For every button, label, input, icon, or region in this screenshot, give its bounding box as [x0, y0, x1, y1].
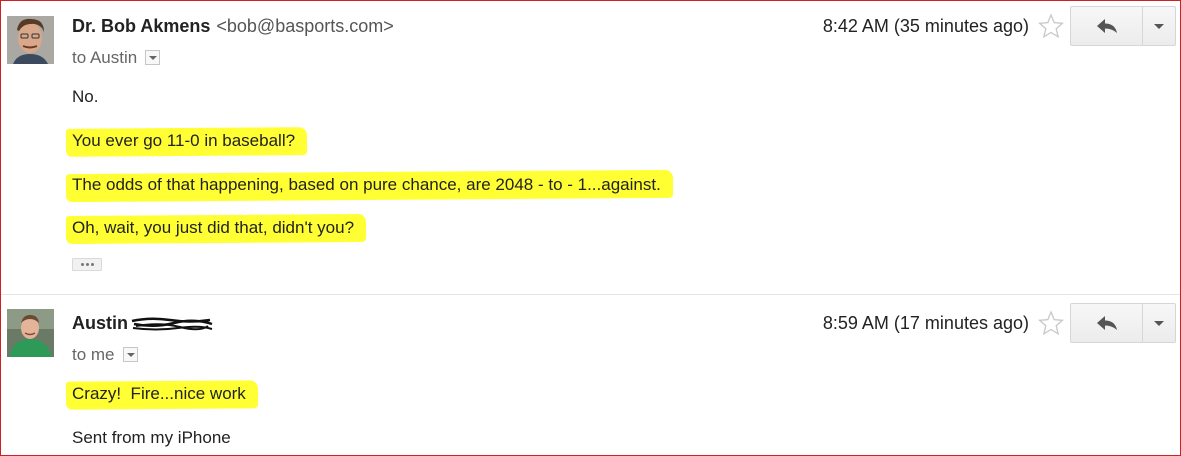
recipient-line: to me — [72, 345, 138, 365]
show-trimmed-content-button[interactable] — [72, 258, 102, 271]
highlighted-text: The odds of that happening, based on pur… — [68, 175, 665, 195]
reply-button[interactable] — [1070, 303, 1142, 343]
avatar — [7, 309, 54, 357]
email-message-1: Dr. Bob Akmens <bob@basports.com> to Aust… — [0, 0, 1181, 294]
avatar — [7, 16, 54, 64]
message-time: 8:42 AM (35 minutes ago) — [822, 16, 1029, 36]
body-line-3: The odds of that happening, based on pur… — [72, 175, 665, 195]
reply-arrow-icon — [1096, 316, 1117, 330]
reply-button-group — [1070, 6, 1176, 46]
sender: Dr. Bob Akmens <bob@basports.com> — [72, 16, 394, 37]
signature-text: Sent from my iPhone — [72, 428, 231, 447]
body-line-1: Crazy! Fire...nice work — [72, 384, 250, 404]
body-line-2: Sent from my iPhone — [72, 428, 231, 448]
chevron-down-icon — [1154, 23, 1164, 29]
more-options-button[interactable] — [1142, 6, 1176, 46]
sender-name[interactable]: Austin — [72, 313, 128, 333]
reply-button[interactable] — [1070, 6, 1142, 46]
recipient-label: to Austin — [72, 48, 138, 67]
highlighted-text: Crazy! Fire...nice work — [68, 384, 250, 404]
recipient-details-dropdown[interactable] — [145, 50, 161, 66]
reply-arrow-icon — [1096, 19, 1117, 33]
recipient-label: to me — [72, 345, 115, 364]
highlighted-text: Oh, wait, you just did that, didn't you? — [68, 218, 358, 238]
redaction-scribble — [130, 314, 214, 334]
more-options-button[interactable] — [1142, 303, 1176, 343]
body-text: No. — [72, 87, 99, 106]
sender: Austin — [72, 313, 214, 334]
reply-button-group — [1070, 303, 1176, 343]
star-icon[interactable] — [1038, 310, 1064, 336]
ellipsis-icon — [80, 263, 84, 266]
body-line-4: Oh, wait, you just did that, didn't you? — [72, 218, 358, 238]
body-line-2: You ever go 11-0 in baseball? — [72, 131, 299, 151]
recipient-details-dropdown[interactable] — [122, 347, 138, 363]
highlighted-text: You ever go 11-0 in baseball? — [68, 131, 299, 151]
chevron-down-icon — [1154, 320, 1164, 326]
sender-email: <bob@basports.com> — [216, 16, 394, 36]
star-icon[interactable] — [1038, 13, 1064, 39]
recipient-line: to Austin — [72, 48, 161, 68]
sender-name[interactable]: Dr. Bob Akmens — [72, 16, 210, 36]
body-line-1: No. — [72, 87, 98, 107]
message-time: 8:59 AM (17 minutes ago) — [822, 313, 1029, 333]
email-message-2: Austin to me 8:59 AM (17 minutes ago) Cr… — [0, 295, 1181, 456]
